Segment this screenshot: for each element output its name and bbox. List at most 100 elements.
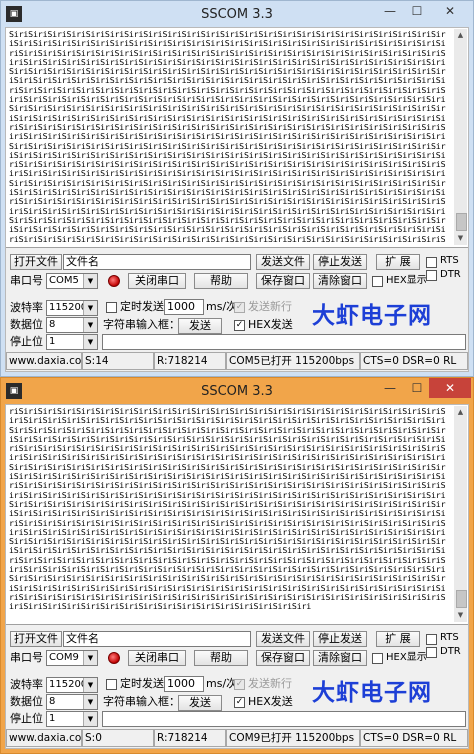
databits-select[interactable]: 8 ▼	[46, 694, 98, 710]
sscom-window-2: ▣ SSCOM 3.3 — ☐ ✕ riSiriSiriSiriSiriSiri…	[0, 377, 474, 754]
timed-send-checkbox[interactable]	[106, 302, 117, 313]
receive-area[interactable]: SiriSiriSiriSiriSiriSiriSiriSiriSiriSiri…	[6, 28, 468, 248]
rts-checkbox[interactable]	[426, 257, 437, 268]
hex-display-label: HEX显示	[386, 275, 427, 286]
dropdown-arrow-icon[interactable]: ▼	[83, 678, 97, 692]
maximize-icon[interactable]: ☐	[405, 378, 429, 398]
expand-button[interactable]: 扩 展	[376, 631, 420, 647]
dropdown-arrow-icon[interactable]: ▼	[83, 712, 97, 726]
sscom-window-1: ▣ SSCOM 3.3 — ☐ ✕ SiriSiriSiriSiriSiriSi…	[0, 0, 474, 377]
stopbits-label: 停止位	[10, 712, 43, 725]
clear-window-button[interactable]: 清除窗口	[313, 650, 367, 666]
scroll-up-icon[interactable]: ▲	[454, 29, 467, 42]
filename-input[interactable]: 文件名	[63, 254, 251, 270]
dropdown-arrow-icon[interactable]: ▼	[83, 274, 97, 288]
save-window-button[interactable]: 保存窗口	[256, 273, 310, 289]
dtr-checkbox[interactable]	[426, 647, 437, 658]
hex-send-label: HEX发送	[248, 318, 293, 331]
port-label: 串口号	[10, 274, 43, 287]
send-newline-checkbox[interactable]: ✓	[234, 302, 245, 313]
hex-send-label: HEX发送	[248, 695, 293, 708]
status-lines: CTS=0 DSR=0 RL	[360, 729, 468, 747]
send-button[interactable]: 发送	[178, 318, 222, 334]
send-text-input[interactable]	[102, 334, 466, 350]
status-sent-count: S:0	[82, 729, 154, 747]
interval-unit: ms/次	[206, 300, 238, 313]
status-port-state: COM9已打开 115200bps	[226, 729, 360, 747]
stopbits-label: 停止位	[10, 335, 43, 348]
baud-select[interactable]: 115200 ▼	[46, 300, 98, 316]
hex-display-checkbox[interactable]	[372, 653, 383, 664]
timed-send-checkbox[interactable]	[106, 679, 117, 690]
dropdown-arrow-icon[interactable]: ▼	[83, 335, 97, 349]
port-select[interactable]: COM9 ▼	[46, 650, 98, 666]
stop-send-button[interactable]: 停止发送	[313, 254, 367, 270]
baud-select[interactable]: 115200 ▼	[46, 677, 98, 693]
scroll-thumb[interactable]	[456, 590, 467, 608]
receive-text[interactable]: riSiriSiriSiriSiriSiriSiriSiriSiriSiriSi…	[9, 407, 447, 621]
baud-label: 波特率	[10, 678, 43, 691]
send-button[interactable]: 发送	[178, 695, 222, 711]
minimize-icon[interactable]: —	[377, 1, 403, 21]
status-port-state: COM5已打开 115200bps	[226, 352, 360, 370]
string-input-label: 字符串输入框：	[103, 695, 180, 708]
hex-display-checkbox[interactable]	[372, 276, 383, 287]
port-value: COM5	[49, 275, 79, 286]
open-file-button[interactable]: 打开文件	[10, 254, 62, 270]
timed-send-label: 定时发送	[120, 300, 164, 313]
vertical-scrollbar[interactable]: ▲ ▼	[454, 29, 467, 245]
scroll-down-icon[interactable]: ▼	[454, 232, 467, 245]
title-bar[interactable]: ▣ SSCOM 3.3 — ☐ ✕	[1, 378, 473, 404]
scroll-up-icon[interactable]: ▲	[454, 406, 467, 419]
dtr-checkbox[interactable]	[426, 270, 437, 281]
expand-button[interactable]: 扩 展	[376, 254, 420, 270]
send-newline-label: 发送新行	[248, 677, 292, 690]
close-icon[interactable]: ✕	[429, 378, 471, 398]
scroll-thumb[interactable]	[456, 213, 467, 231]
interval-input[interactable]: 1000	[164, 676, 204, 692]
receive-text[interactable]: SiriSiriSiriSiriSiriSiriSiriSiriSiriSiri…	[9, 30, 447, 244]
help-button[interactable]: 帮助	[194, 273, 248, 289]
port-label: 串口号	[10, 651, 43, 664]
open-file-button[interactable]: 打开文件	[10, 631, 62, 647]
receive-area[interactable]: riSiriSiriSiriSiriSiriSiriSiriSiriSiriSi…	[6, 405, 468, 625]
close-icon[interactable]: ✕	[429, 1, 471, 21]
close-port-button[interactable]: 关闭串口	[128, 273, 186, 289]
maximize-icon[interactable]: ☐	[405, 1, 429, 21]
dropdown-arrow-icon[interactable]: ▼	[83, 301, 97, 315]
port-select[interactable]: COM5 ▼	[46, 273, 98, 289]
vertical-scrollbar[interactable]: ▲ ▼	[454, 406, 467, 622]
clear-window-button[interactable]: 清除窗口	[313, 273, 367, 289]
hex-display-label: HEX显示	[386, 652, 427, 663]
dropdown-arrow-icon[interactable]: ▼	[83, 651, 97, 665]
stopbits-select[interactable]: 1 ▼	[46, 711, 98, 727]
dropdown-arrow-icon[interactable]: ▼	[83, 318, 97, 332]
filename-input[interactable]: 文件名	[63, 631, 251, 647]
save-window-button[interactable]: 保存窗口	[256, 650, 310, 666]
send-newline-checkbox[interactable]: ✓	[234, 679, 245, 690]
databits-value: 8	[49, 696, 56, 707]
led-indicator-icon	[108, 275, 120, 287]
stopbits-select[interactable]: 1 ▼	[46, 334, 98, 350]
rts-checkbox[interactable]	[426, 634, 437, 645]
scroll-down-icon[interactable]: ▼	[454, 609, 467, 622]
client-area: SiriSiriSiriSiriSiriSiriSiriSiriSiriSiri…	[5, 27, 469, 372]
interval-input[interactable]: 1000	[164, 299, 204, 315]
status-url: www.daxia.cor	[6, 729, 82, 747]
help-button[interactable]: 帮助	[194, 650, 248, 666]
send-file-button[interactable]: 发送文件	[256, 254, 310, 270]
databits-label: 数据位	[10, 695, 43, 708]
stopbits-value: 1	[49, 336, 56, 347]
send-file-button[interactable]: 发送文件	[256, 631, 310, 647]
hex-send-checkbox[interactable]: ✓	[234, 320, 245, 331]
minimize-icon[interactable]: —	[377, 378, 403, 398]
title-bar[interactable]: ▣ SSCOM 3.3 — ☐ ✕	[1, 1, 473, 27]
send-text-input[interactable]	[102, 711, 466, 727]
databits-select[interactable]: 8 ▼	[46, 317, 98, 333]
hex-send-checkbox[interactable]: ✓	[234, 697, 245, 708]
string-input-label: 字符串输入框：	[103, 318, 180, 331]
close-port-button[interactable]: 关闭串口	[128, 650, 186, 666]
stop-send-button[interactable]: 停止发送	[313, 631, 367, 647]
status-url: www.daxia.cor	[6, 352, 82, 370]
dropdown-arrow-icon[interactable]: ▼	[83, 695, 97, 709]
